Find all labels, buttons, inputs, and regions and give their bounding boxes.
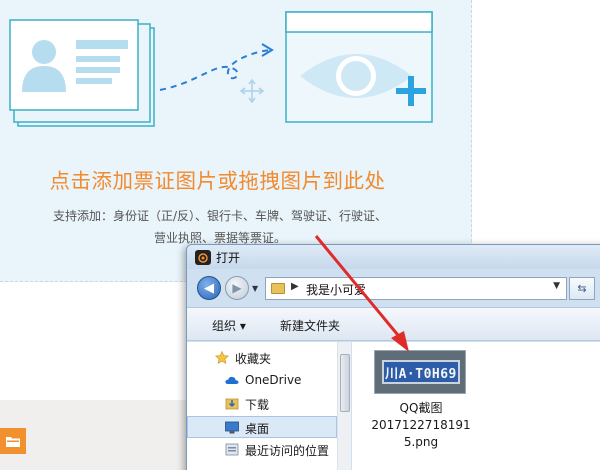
refresh-button[interactable]: ⇆ xyxy=(569,277,595,300)
forward-button[interactable]: ▶ xyxy=(225,276,249,300)
app-icon xyxy=(195,250,211,265)
folder-icon[interactable] xyxy=(0,428,26,454)
organize-button[interactable]: 组织 ▾ xyxy=(212,317,246,334)
nav-item-label: 收藏夹 xyxy=(235,352,272,366)
nav-item-label: 桌面 xyxy=(245,422,270,436)
arrow-left-icon: ◀ xyxy=(204,280,214,296)
breadcrumb-separator-icon[interactable]: ▶ xyxy=(291,281,299,292)
license-plate-image: 川A·T0H69 xyxy=(382,360,460,384)
file-name-line-2: 2017122718191 xyxy=(371,418,471,432)
scrollbar-thumb[interactable] xyxy=(340,354,350,412)
refresh-icon: ⇆ xyxy=(577,282,587,295)
right-blank-area xyxy=(473,0,600,282)
preview-window-icon xyxy=(285,11,433,123)
desktop-icon xyxy=(225,421,239,434)
file-list: 川A·T0H69 QQ截图 2017122718191 5.png xyxy=(352,342,600,470)
dialog-title: 打开 xyxy=(216,251,241,265)
cloud-icon xyxy=(225,376,239,384)
id-card-icon xyxy=(9,19,155,127)
navigation-scrollbar[interactable] xyxy=(337,342,351,470)
recent-places-icon xyxy=(225,443,239,456)
open-file-dialog: 打开 ◀ ▶ ▼ ▶ 我是小可爱 ▼ ⇆ 组织 ▾ 新建文件夹 收藏夹 OneD… xyxy=(186,244,600,470)
nav-item-onedrive[interactable]: OneDrive xyxy=(187,370,337,392)
nav-item-downloads[interactable]: 下载 xyxy=(187,393,337,415)
upload-headline: 点击添加票证图片或拖拽图片到此处 xyxy=(49,169,386,193)
address-path[interactable]: 我是小可爱 xyxy=(306,281,366,298)
recent-locations-dropdown[interactable]: ▼ xyxy=(252,284,258,293)
nav-item-label: OneDrive xyxy=(245,373,302,387)
nav-item-recent-places[interactable]: 最近访问的位置 xyxy=(187,439,337,461)
download-folder-icon xyxy=(225,398,239,410)
arrow-right-icon: ▶ xyxy=(232,281,242,295)
nav-item-favorites[interactable]: 收藏夹 xyxy=(187,347,337,369)
upload-drop-zone[interactable]: 点击添加票证图片或拖拽图片到此处 支持添加：身份证（正/反）、银行卡、车牌、驾驶… xyxy=(0,0,472,282)
address-bar[interactable]: ▶ 我是小可爱 ▼ xyxy=(265,277,567,300)
dialog-toolbar: 组织 ▾ 新建文件夹 xyxy=(187,307,600,341)
nav-item-label: 下载 xyxy=(245,398,270,412)
app-root: 点击添加票证图片或拖拽图片到此处 支持添加：身份证（正/反）、银行卡、车牌、驾驶… xyxy=(0,0,600,470)
nav-item-desktop[interactable]: 桌面 xyxy=(187,416,337,438)
supported-types-line-1: 支持添加：身份证（正/反）、银行卡、车牌、驾驶证、行驶证、 xyxy=(52,209,388,223)
address-dropdown-icon[interactable]: ▼ xyxy=(553,281,560,291)
upload-illustration xyxy=(9,11,433,127)
address-row: ◀ ▶ ▼ ▶ 我是小可爱 ▼ ⇆ xyxy=(187,272,600,306)
move-icon xyxy=(239,78,265,104)
file-thumbnail[interactable]: 川A·T0H69 xyxy=(374,350,466,394)
file-name[interactable]: QQ截图 2017122718191 5.png xyxy=(366,400,476,451)
lower-blank-area xyxy=(0,282,200,400)
navigation-pane: 收藏夹 OneDrive 下载 桌面 最近访问的位置 xyxy=(187,342,351,470)
dialog-titlebar[interactable]: 打开 xyxy=(187,245,600,269)
back-button[interactable]: ◀ xyxy=(197,276,221,300)
folder-icon xyxy=(271,283,285,294)
nav-item-label: 最近访问的位置 xyxy=(245,444,330,458)
file-name-line-3: 5.png xyxy=(403,435,439,449)
file-name-line-1: QQ截图 xyxy=(399,401,443,415)
upload-supported-types: 支持添加：身份证（正/反）、银行卡、车牌、驾驶证、行驶证、 营业执照、票据等票证… xyxy=(0,205,440,249)
star-icon xyxy=(215,351,229,364)
bottom-panel xyxy=(0,400,200,470)
new-folder-button[interactable]: 新建文件夹 xyxy=(280,317,340,334)
